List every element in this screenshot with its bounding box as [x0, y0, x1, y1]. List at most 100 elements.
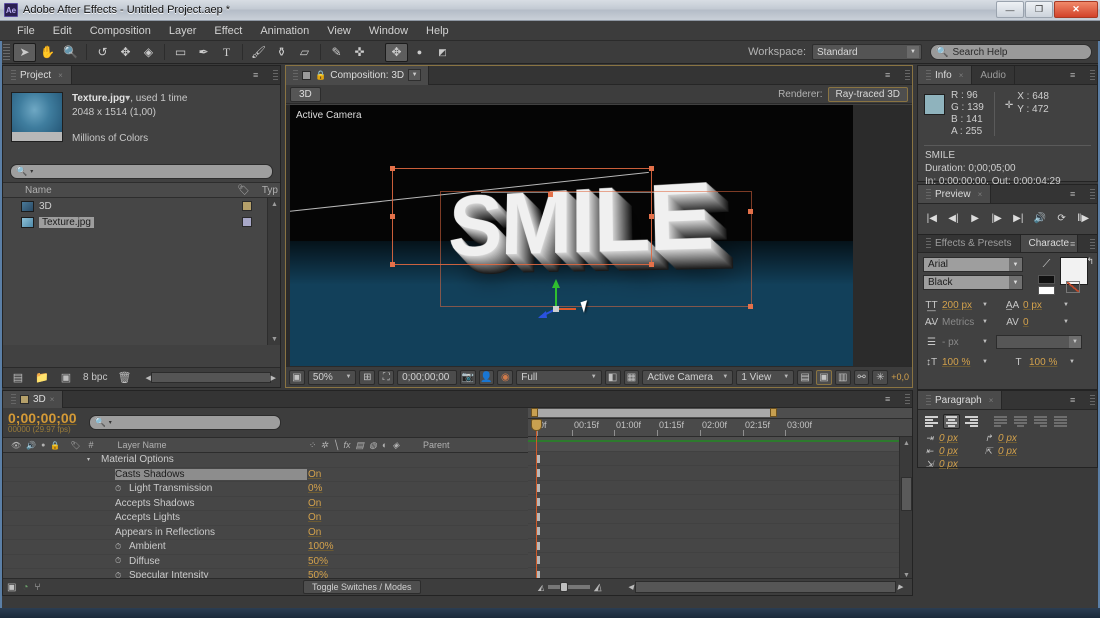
font-size-value[interactable]: 200 px [942, 300, 978, 311]
playhead-line[interactable] [536, 419, 537, 581]
comp-flowchart-icon[interactable]: ⚯ [853, 369, 870, 385]
snapshot-icon[interactable]: 📷 [459, 369, 476, 385]
frame-blend-icon[interactable]: ▤ [356, 440, 365, 451]
loop-button[interactable]: ⟳ [1053, 210, 1070, 227]
axis-mode-view-icon[interactable]: ◩ [431, 43, 454, 62]
panel-grip-icon[interactable] [1090, 239, 1095, 250]
pan-behind-tool-icon[interactable]: ◈ [137, 43, 160, 62]
property-row[interactable]: ⏱ Ambient 100% [3, 540, 528, 555]
lock-icon[interactable]: 🔒 [50, 441, 60, 450]
label-icon[interactable]: 🏷 [70, 441, 80, 450]
property-value[interactable]: 0% [308, 483, 322, 494]
channel-icon[interactable]: ◉ [497, 369, 514, 385]
space-after-field[interactable]: ⇲ 0 px [923, 459, 976, 470]
chevron-down-icon[interactable]: ▼ [1061, 319, 1071, 325]
keyframe-marker-icon[interactable] [537, 527, 540, 535]
stroke-color-swatch[interactable] [1038, 286, 1055, 295]
chevron-down-icon[interactable]: ▼ [980, 339, 990, 345]
tab-effects-presets[interactable]: Effects & Presets [918, 235, 1021, 252]
shy-icon[interactable]: ⁘ [308, 440, 316, 451]
keyframe-marker-icon[interactable] [537, 556, 540, 564]
stopwatch-icon[interactable]: ⏱ [115, 484, 121, 494]
tab-paragraph[interactable]: Paragraph × [918, 391, 1003, 409]
puppet-pin-tool-icon[interactable]: ✜ [348, 43, 371, 62]
keyframe-marker-icon[interactable] [537, 469, 540, 477]
panel-menu-icon[interactable]: ≡ [885, 394, 898, 404]
parent-column[interactable]: Parent [423, 440, 450, 450]
current-time-display[interactable]: 0;00;00;00 00000 (29.97 fps) [8, 411, 77, 434]
zoom-out-icon[interactable]: ◭ [538, 583, 544, 592]
panel-grip-icon[interactable] [1090, 189, 1095, 200]
chevron-down-icon[interactable]: ▼ [980, 302, 990, 308]
stroke-width-value[interactable]: - px [942, 337, 978, 348]
work-area-end-handle[interactable] [770, 408, 777, 417]
close-icon[interactable]: × [959, 71, 964, 80]
panel-grip-icon[interactable] [1090, 395, 1095, 406]
close-icon[interactable]: × [50, 395, 55, 404]
tab-composition-3d[interactable]: 🔒 Composition: 3D ▼ [286, 65, 430, 85]
menu-file[interactable]: File [8, 23, 44, 39]
menu-help[interactable]: Help [417, 23, 458, 39]
exposure-icon[interactable]: ✳ [872, 369, 889, 385]
property-row[interactable]: Appears in Reflections On [3, 526, 528, 540]
layer-number-column[interactable]: # [88, 440, 93, 450]
composition-canvas[interactable]: SMILE Active Camera [290, 105, 853, 366]
stroke-type-dropdown[interactable]: ▼ [996, 335, 1082, 349]
property-value[interactable]: On [308, 527, 321, 538]
track-row[interactable] [528, 466, 912, 481]
align-center-button[interactable] [943, 414, 960, 429]
menu-effect[interactable]: Effect [205, 23, 251, 39]
keyframe-marker-icon[interactable] [537, 483, 540, 492]
timeline-zoom-control[interactable]: ◭ ◭ [538, 582, 602, 593]
selection-handle[interactable] [649, 214, 654, 219]
scroll-up-icon[interactable]: ▲ [268, 198, 281, 210]
property-row[interactable]: Casts Shadows On [3, 468, 528, 482]
last-frame-button[interactable]: ▶| [1010, 210, 1027, 227]
transparency-grid-icon[interactable]: ⛶ [378, 369, 395, 385]
property-row[interactable]: Accepts Lights On [3, 511, 528, 526]
selection-tool-icon[interactable]: ➤ [13, 42, 36, 62]
3d-layer-icon[interactable]: ◈ [392, 440, 399, 451]
property-group-row[interactable]: ▾ Material Options [3, 453, 528, 468]
track-row[interactable] [528, 553, 912, 568]
property-value[interactable]: 50% [308, 556, 328, 567]
trash-icon[interactable]: 🗑 [117, 371, 131, 384]
timeline-graph-area[interactable]: 0f 00:15f 01:00f 01:15f 02:00f 02:15f 03… [528, 408, 912, 582]
pixel-aspect-icon[interactable]: ▤ [797, 369, 814, 385]
track-row[interactable] [528, 509, 912, 524]
kerning-value[interactable]: 0 px [1023, 300, 1059, 311]
tab-info[interactable]: Info × [918, 66, 973, 84]
always-preview-icon[interactable]: ▣ [289, 369, 305, 385]
selection-handle[interactable] [649, 262, 654, 267]
menu-animation[interactable]: Animation [251, 23, 318, 39]
chevron-down-icon[interactable]: ▼ [980, 319, 990, 325]
horizontal-scale-value[interactable]: 100 % [1029, 357, 1065, 368]
list-item[interactable]: 3D [3, 198, 280, 214]
scroll-down-icon[interactable]: ▼ [268, 333, 281, 345]
track-row[interactable] [528, 524, 912, 539]
no-fill-icon[interactable] [1066, 281, 1080, 293]
composition-viewer[interactable]: SMILE Active Camera [286, 105, 912, 366]
label-color-swatch[interactable] [242, 201, 252, 211]
space-before-field[interactable]: ⇱ 0 px [982, 446, 1035, 457]
quality-icon[interactable]: ╲ [333, 440, 338, 451]
view-layout-dropdown[interactable]: 1 View ▼ [736, 369, 795, 385]
work-area-start-handle[interactable] [531, 408, 538, 417]
property-value[interactable]: On [308, 469, 321, 480]
project-horizontal-scrollbar[interactable]: ◀ ▶ [145, 372, 276, 383]
selection-handle[interactable] [649, 166, 654, 171]
timeline-horizontal-scrollbar[interactable]: ◀ ▶ [628, 581, 903, 593]
panel-grip-icon[interactable] [905, 394, 910, 405]
work-area-bar[interactable] [528, 408, 912, 419]
lock-icon[interactable]: 🔒 [315, 70, 326, 81]
zoom-slider-knob[interactable] [560, 582, 569, 592]
collapse-icon[interactable]: ✲ [321, 440, 329, 451]
tab-audio[interactable]: Audio [972, 66, 1015, 84]
work-area-range[interactable] [532, 409, 772, 417]
scroll-track[interactable] [150, 372, 271, 383]
fast-previews-icon[interactable]: ▣ [816, 369, 832, 385]
clone-stamp-tool-icon[interactable]: ⚱ [270, 43, 293, 62]
new-folder-icon[interactable]: 📁 [35, 371, 49, 384]
audio-icon[interactable]: 🔊 [26, 441, 36, 450]
property-value[interactable]: 100% [308, 541, 334, 552]
